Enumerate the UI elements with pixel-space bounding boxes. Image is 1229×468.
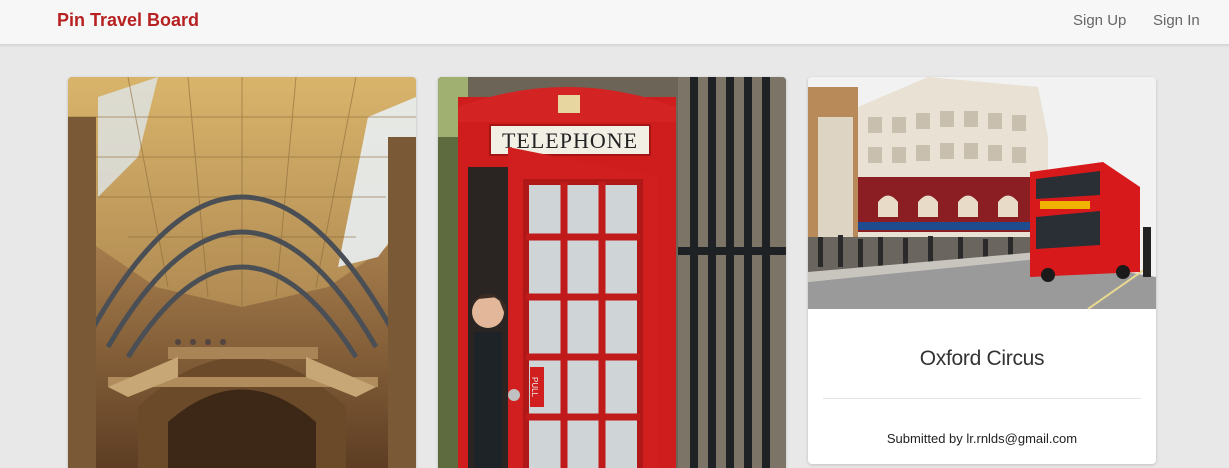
pin-title: Oxford Circus: [919, 347, 1045, 370]
sign-up-link[interactable]: Sign Up: [1073, 12, 1126, 29]
submitted-by-text: Submitted by lr.rnlds@gmail.com: [886, 431, 1078, 446]
pin-card[interactable]: Oxford Circus Submitted by lr.rnlds@gmai…: [808, 77, 1156, 464]
pin-card[interactable]: [68, 77, 416, 468]
telephone-sign-text: TELEPHONE: [502, 128, 638, 153]
navbar: Pin Travel Board Sign Up Sign In: [0, 0, 1229, 45]
pin-card[interactable]: TELEPHONE PULL: [438, 77, 786, 468]
divider: [823, 398, 1141, 399]
brand-logo-link[interactable]: Pin Travel Board: [57, 10, 199, 31]
pull-label-text: PULL: [530, 377, 539, 398]
sign-in-link[interactable]: Sign In: [1153, 12, 1200, 29]
pin-photo-museum-hall[interactable]: [68, 77, 416, 468]
pin-photo-telephone-box[interactable]: TELEPHONE PULL: [438, 77, 786, 468]
pin-photo-oxford-circus[interactable]: [808, 77, 1156, 309]
